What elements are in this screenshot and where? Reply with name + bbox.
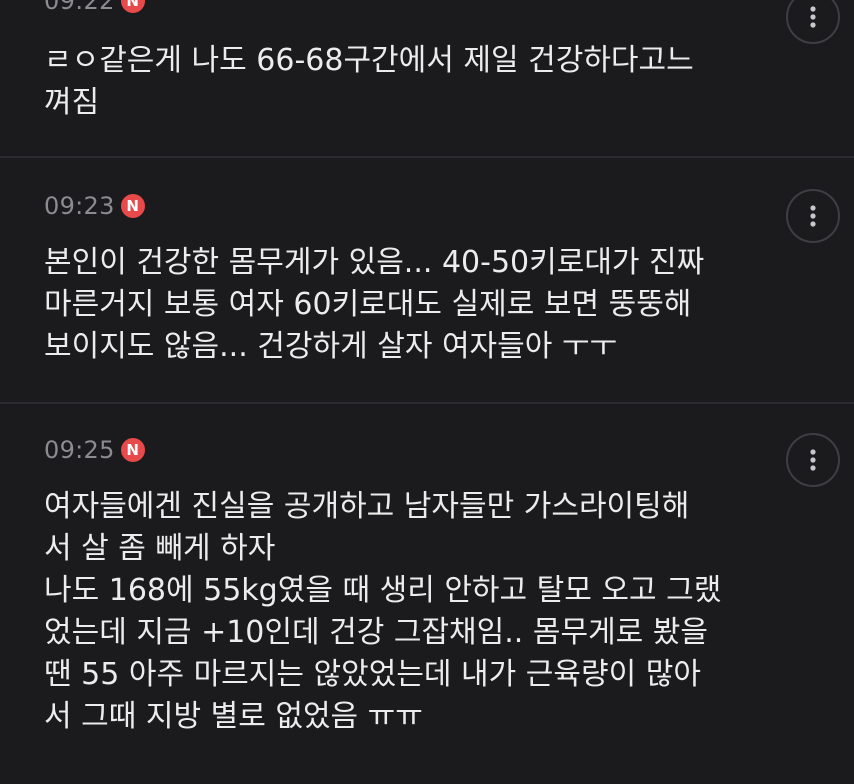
comment-item-3: 09:25 N 여자들에겐 진실을 공개하고 남자들만 가스라이팅해 서 살 좀…: [0, 404, 854, 784]
new-badge: N: [120, 0, 145, 13]
new-badge: N: [120, 194, 145, 218]
vertical-ellipsis-icon: [810, 6, 816, 28]
vertical-ellipsis-icon: [810, 205, 816, 227]
comment-text: ㄹㅇ같은게 나도 66-68구간에서 제일 건강하다고느 껴짐: [44, 43, 694, 120]
comment-timestamp: 09:25: [44, 436, 115, 464]
more-options-button[interactable]: [786, 189, 840, 243]
comment-meta: 09:22 N: [44, 0, 145, 16]
comment-item-2: 09:23 N 본인이 건강한 몸무게가 있음... 40-50키로대가 진짜 …: [0, 158, 854, 402]
comment-meta: 09:23 N: [44, 191, 145, 221]
comment-meta: 09:25 N: [44, 435, 145, 465]
comment-timestamp: 09:23: [44, 192, 115, 220]
vertical-ellipsis-icon: [810, 449, 816, 471]
more-options-button[interactable]: [786, 0, 840, 44]
more-options-button[interactable]: [786, 433, 840, 487]
comment-text: 여자들에겐 진실을 공개하고 남자들만 가스라이팅해 서 살 좀 빼게 하자 나…: [44, 489, 722, 734]
comment-item-1: 09:22 N ㄹㅇ같은게 나도 66-68구간에서 제일 건강하다고느 껴짐: [0, 0, 854, 156]
comment-timestamp: 09:22: [44, 0, 115, 15]
new-badge: N: [120, 438, 145, 462]
comment-text: 본인이 건강한 몸무게가 있음... 40-50키로대가 진짜 마른거지 보통 …: [44, 245, 705, 364]
